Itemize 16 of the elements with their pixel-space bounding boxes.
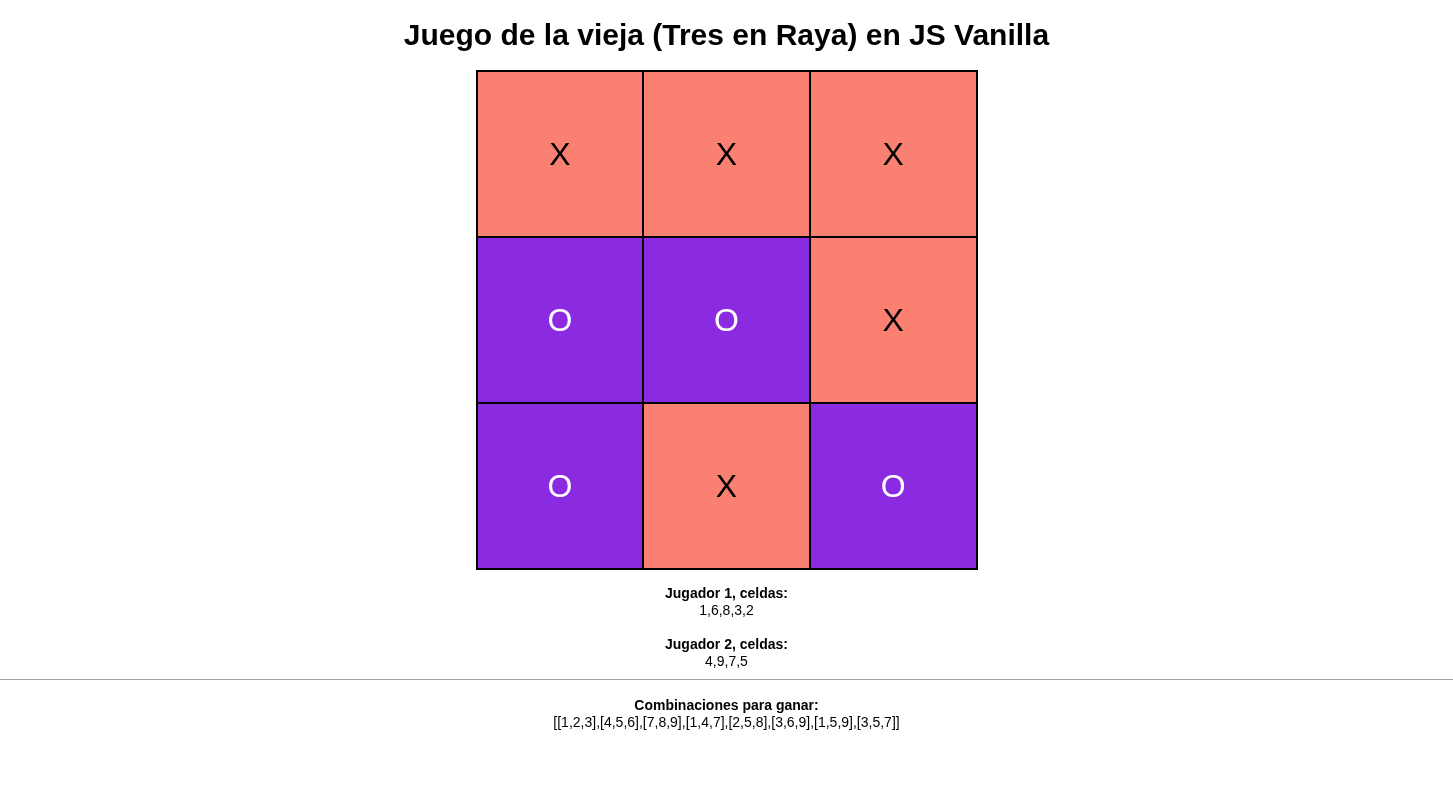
combinations-value: [[1,2,3],[4,5,6],[7,8,9],[1,4,7],[2,5,8],[3,6,9],[1,5,9],[3,5,7]] [553, 714, 900, 731]
board-cell[interactable]: X [809, 71, 977, 237]
board-cell[interactable]: X [476, 71, 644, 237]
board-cell[interactable]: X [643, 403, 810, 569]
player-cells: 1,6,8,3,2 [699, 602, 754, 619]
board-cell[interactable]: O [809, 403, 977, 569]
player-cells: 4,9,7,5 [705, 653, 748, 670]
player-label: Jugador 2, celdas: [665, 636, 788, 653]
board-cell[interactable]: X [809, 237, 977, 403]
page-title: Juego de la vieja (Tres en Raya) en JS Vanilla [403, 17, 1050, 53]
board-cell[interactable]: O [476, 237, 644, 403]
combinations-label: Combinaciones para ganar: [634, 697, 819, 714]
board-cell[interactable]: O [643, 237, 810, 403]
board-cell[interactable]: O [476, 403, 644, 569]
board-cell[interactable]: X [643, 71, 810, 237]
player-label: Jugador 1, celdas: [665, 585, 788, 602]
